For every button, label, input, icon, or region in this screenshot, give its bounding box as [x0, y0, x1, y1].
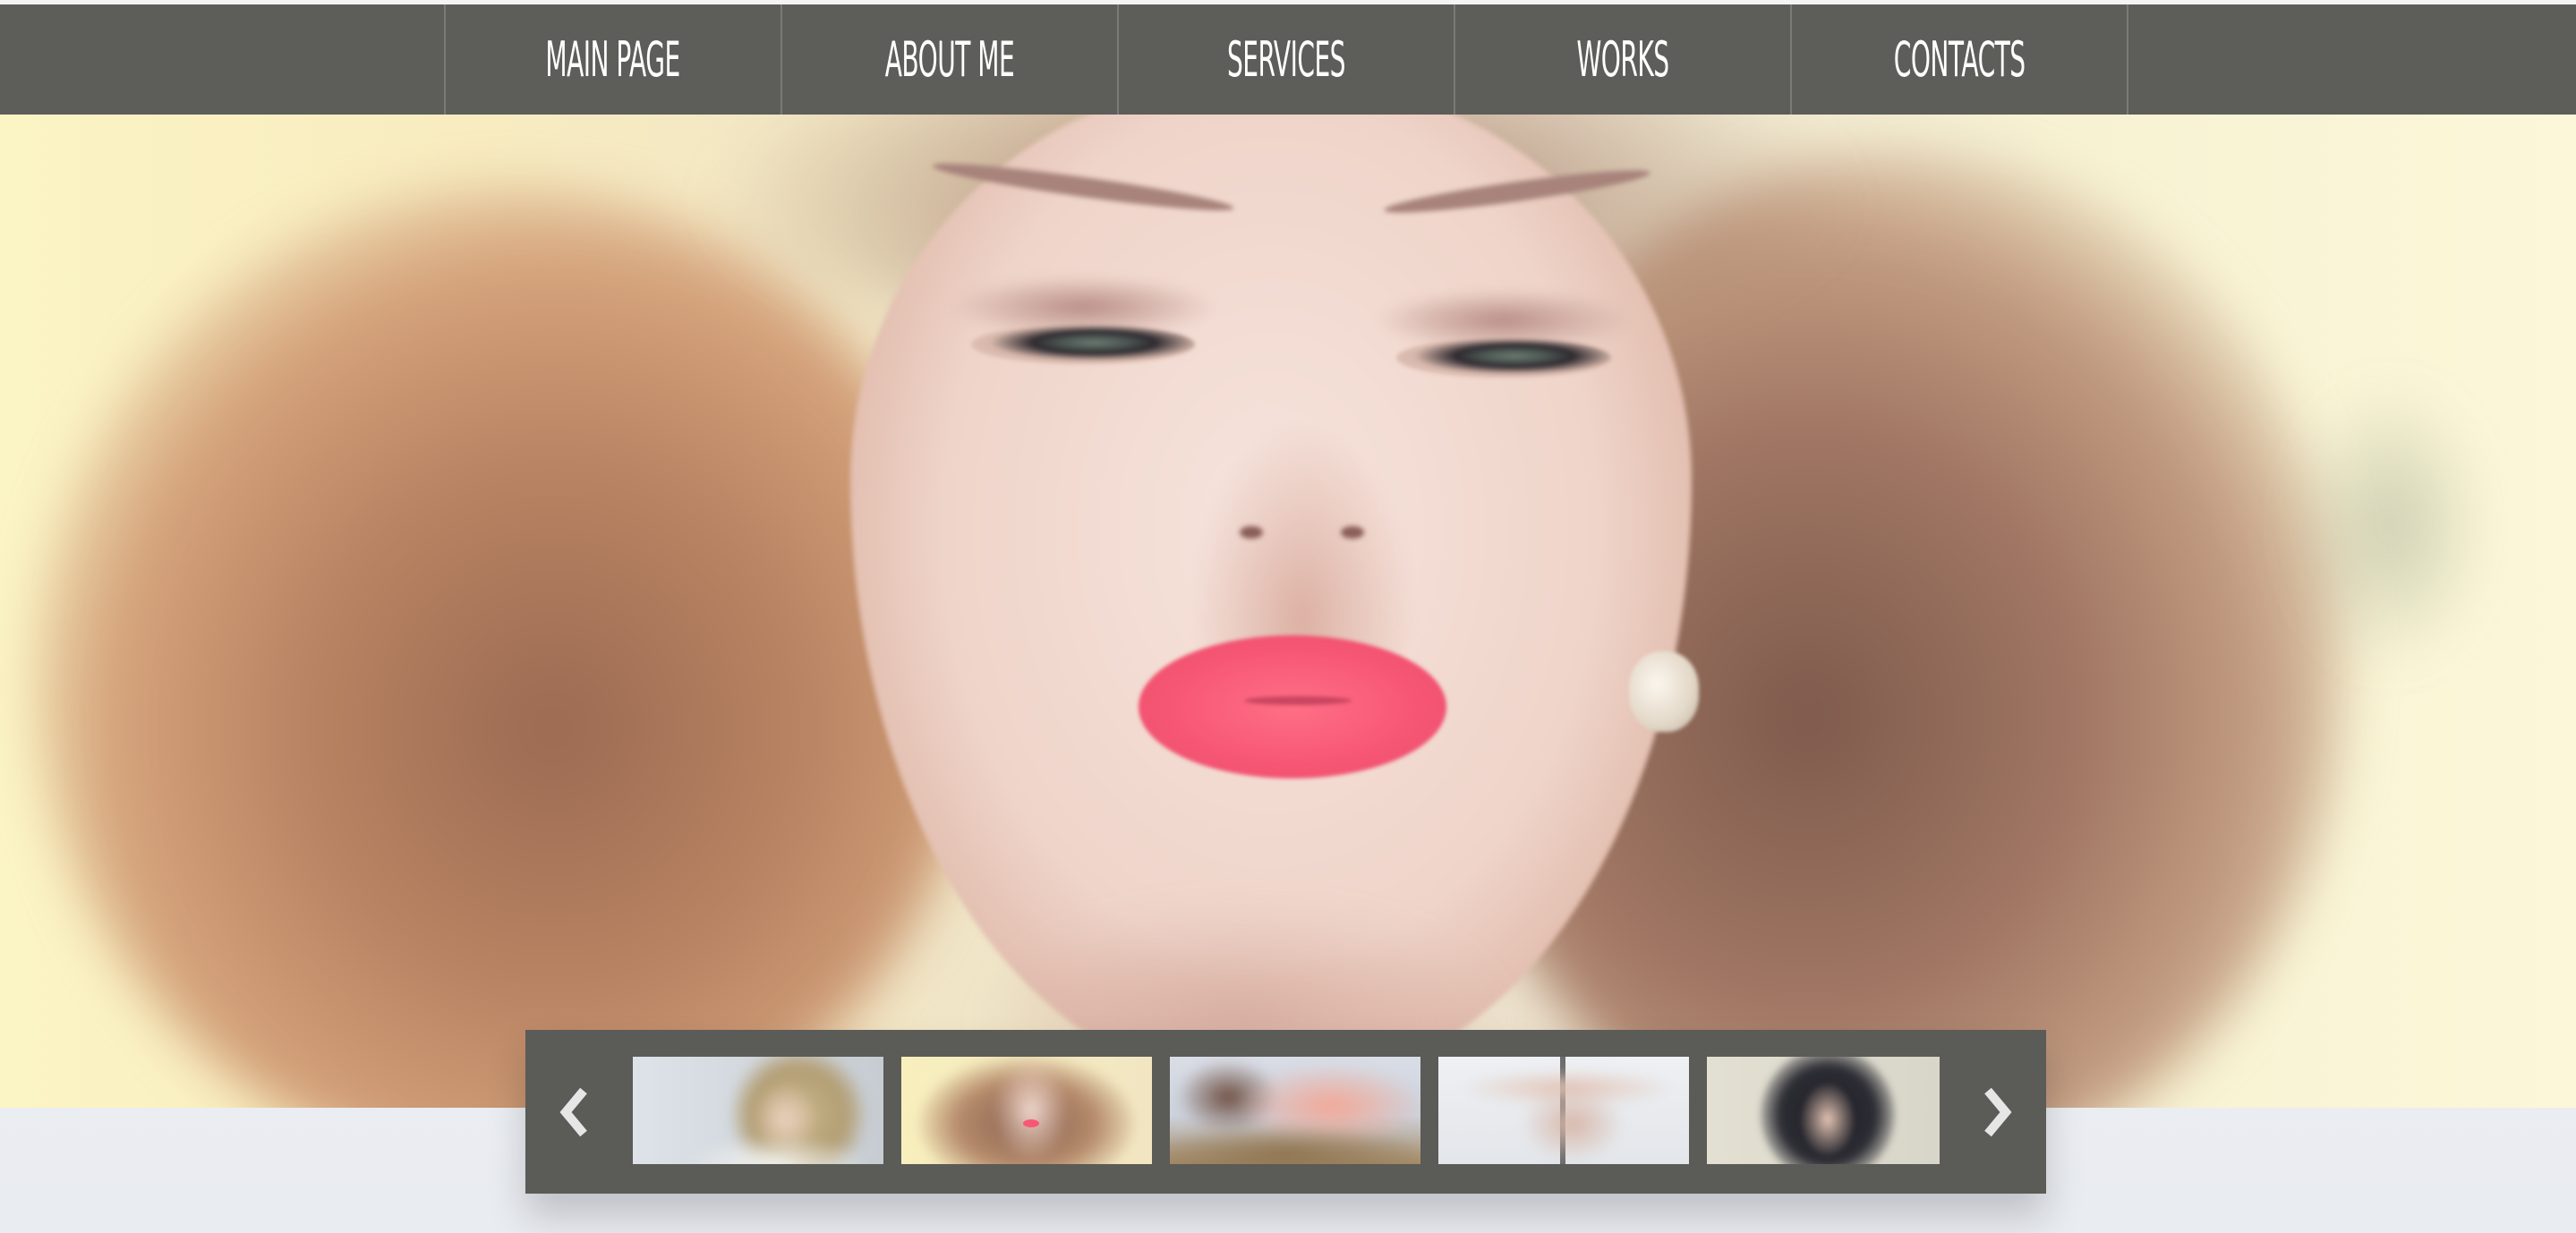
chevron-left-icon — [559, 1087, 587, 1136]
hero-left-nostril — [1240, 526, 1263, 539]
carousel-thumbnail-4[interactable] — [1438, 1057, 1689, 1164]
hero-shadow-right — [2291, 383, 2488, 669]
hero-hair-left — [36, 186, 976, 1108]
page: MAIN PAGE ABOUT ME SERVICES WORKS CONTAC… — [0, 0, 2576, 1233]
nav-about-me[interactable]: ABOUT ME — [782, 4, 1119, 115]
hero-earring — [1629, 651, 1699, 732]
hero-right-eye — [1396, 338, 1611, 378]
hero-slide-image — [0, 115, 2576, 1108]
nav-about-me-label: ABOUT ME — [884, 31, 1015, 88]
carousel-thumbnail-3[interactable] — [1170, 1057, 1420, 1164]
hero-lip-line — [1244, 696, 1352, 705]
nav-contacts-label: CONTACTS — [1893, 31, 2026, 88]
nav-contacts[interactable]: CONTACTS — [1792, 4, 2128, 115]
hero-left-eye — [971, 325, 1195, 364]
nav-main-page-label: MAIN PAGE — [545, 31, 681, 88]
thumbnail-4-dancer-body — [1523, 1088, 1622, 1160]
thumbnail-2-lips — [1023, 1119, 1039, 1127]
carousel-next-button[interactable] — [1948, 1030, 2046, 1194]
thumbnail-2-face — [995, 1061, 1067, 1160]
nav-services-label: SERVICES — [1226, 31, 1346, 88]
main-menu: MAIN PAGE ABOUT ME SERVICES WORKS CONTAC… — [444, 4, 2128, 115]
carousel-prev-button[interactable] — [525, 1030, 624, 1194]
thumbnail-5-face — [1801, 1084, 1855, 1155]
top-navigation-bar: MAIN PAGE ABOUT ME SERVICES WORKS CONTAC… — [0, 0, 2576, 115]
chevron-right-icon — [1984, 1087, 2012, 1136]
hero-right-nostril — [1341, 526, 1364, 539]
carousel-thumbnail-1[interactable] — [633, 1057, 883, 1164]
thumbnail-carousel — [525, 1030, 2046, 1194]
nav-services[interactable]: SERVICES — [1119, 4, 1455, 115]
hero-lips — [1139, 635, 1446, 778]
nav-works-label: WORKS — [1576, 31, 1669, 88]
carousel-thumbnail-2[interactable] — [901, 1057, 1152, 1164]
nav-works[interactable]: WORKS — [1455, 4, 1792, 115]
nav-main-page[interactable]: MAIN PAGE — [446, 4, 782, 115]
carousel-thumbnail-5[interactable] — [1707, 1057, 1940, 1164]
